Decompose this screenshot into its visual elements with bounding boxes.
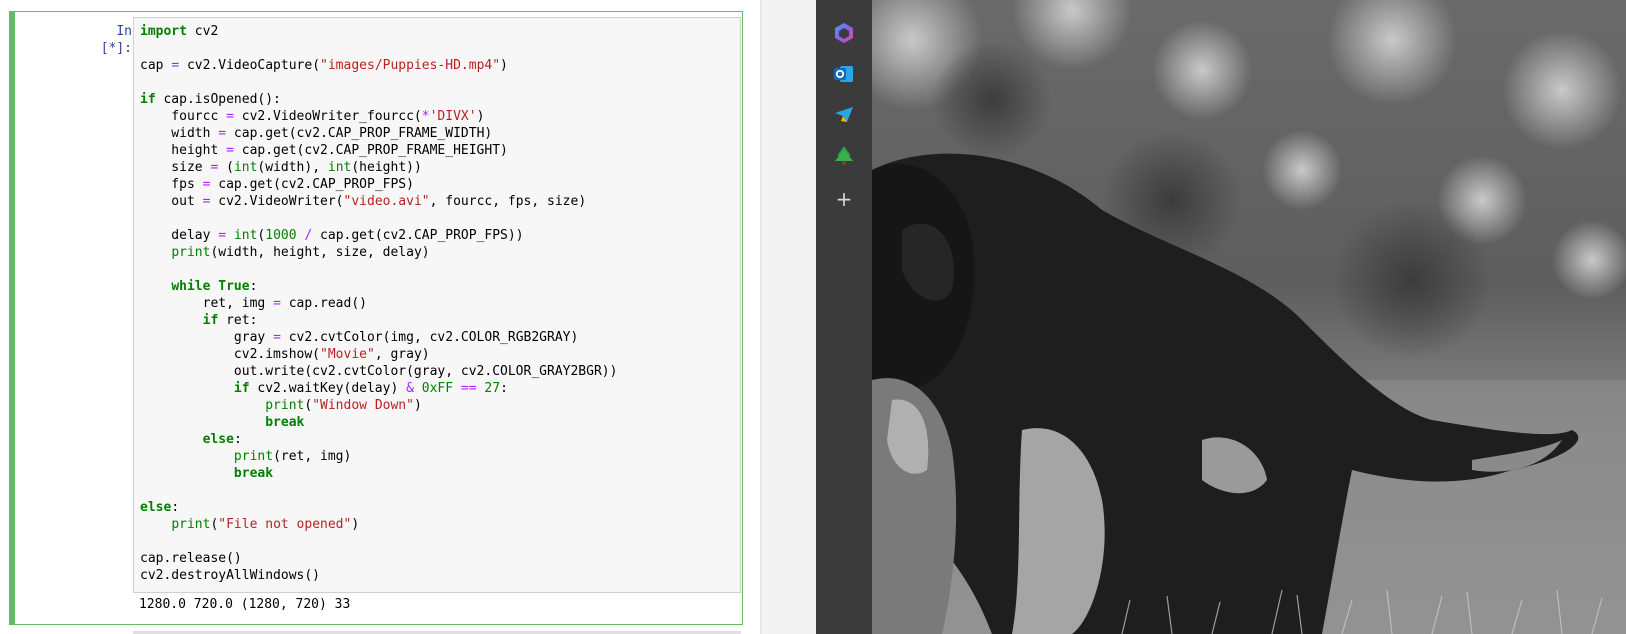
telegram-icon[interactable] [827, 97, 861, 131]
cell-output: 1280.0 720.0 (1280, 720) 33 [139, 597, 351, 612]
grayscale-video-frame [872, 0, 1626, 634]
code-editor[interactable]: import cv2 cap = cv2.VideoCapture("image… [133, 17, 741, 593]
window-gap [762, 0, 816, 634]
input-prompt: In [*]: [100, 24, 132, 56]
code-text[interactable]: import cv2 cap = cv2.VideoCapture("image… [140, 23, 617, 584]
edge-sidebar: + [816, 0, 872, 634]
outlook-icon[interactable] [827, 57, 861, 91]
add-icon[interactable]: + [827, 182, 861, 216]
tree-icon[interactable] [827, 138, 861, 172]
jupyter-notebook: In [*]: import cv2 cap = cv2.VideoCaptur… [0, 0, 760, 634]
copilot-icon[interactable] [827, 16, 861, 50]
